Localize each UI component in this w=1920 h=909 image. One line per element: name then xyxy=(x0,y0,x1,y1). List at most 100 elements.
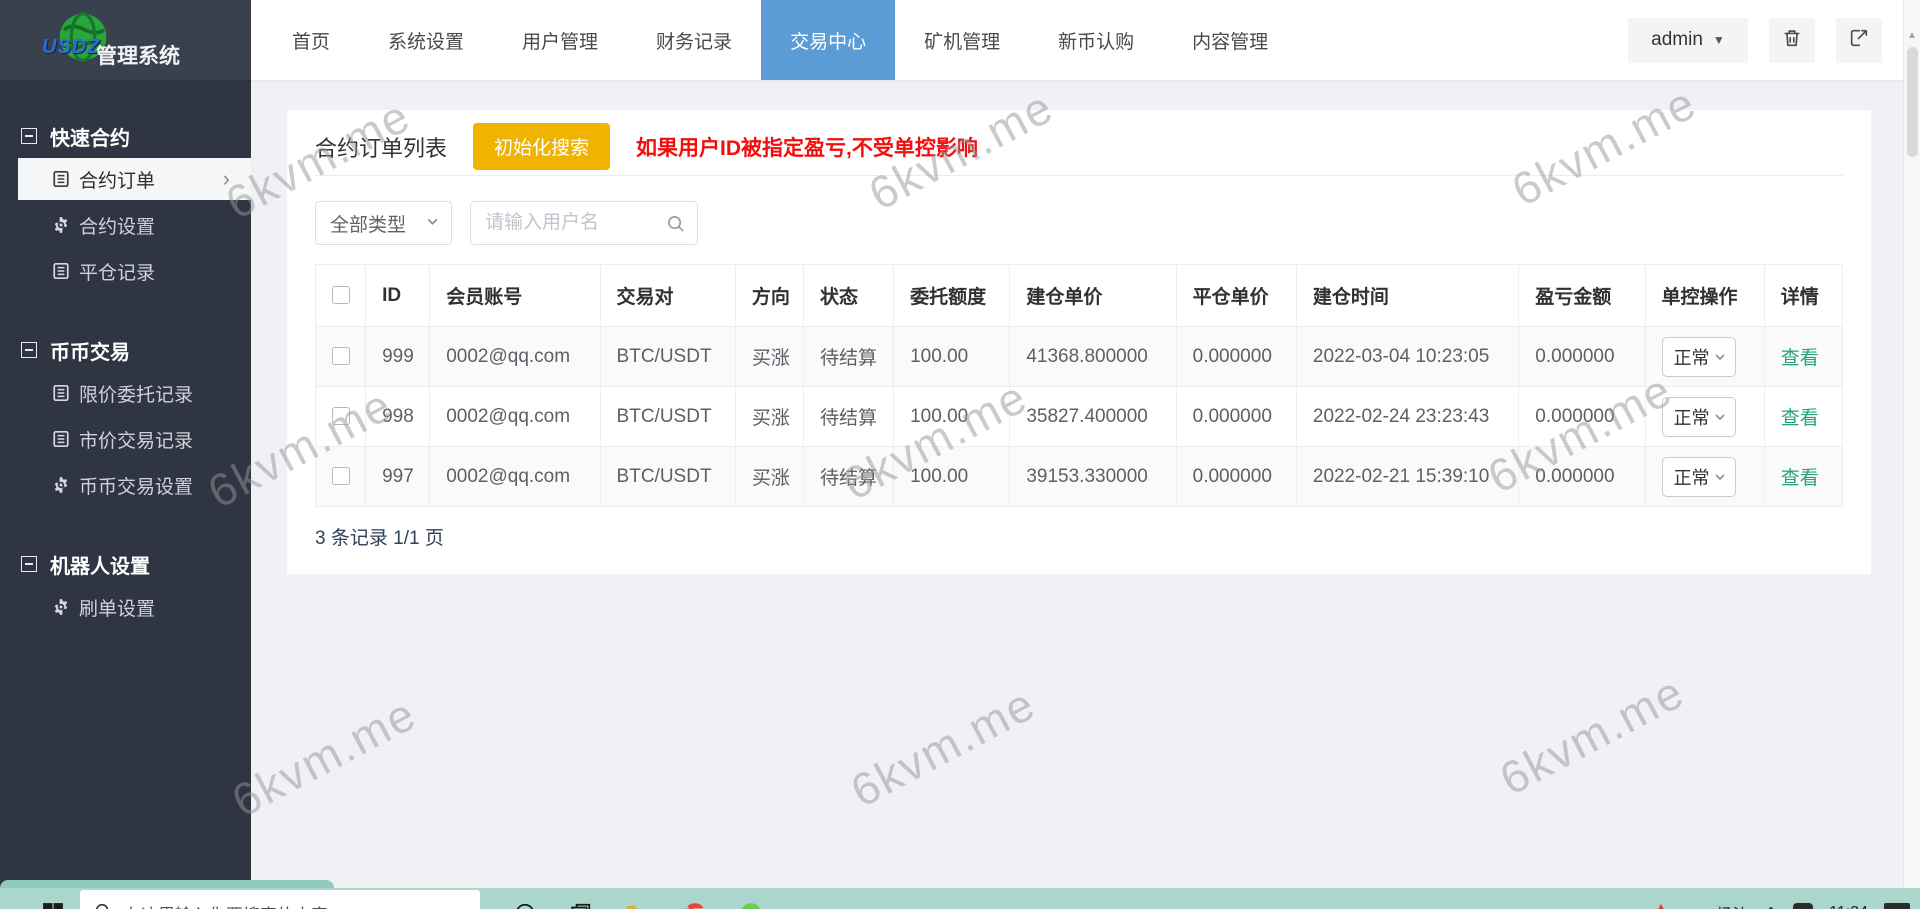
nav-item-miner-management[interactable]: 矿机管理 xyxy=(895,0,1029,80)
view-detail-link[interactable]: 查看 xyxy=(1781,348,1819,369)
cell-amount: 100.00 xyxy=(894,327,1010,387)
col-header-pair: 交易对 xyxy=(600,265,735,327)
cell-status: 待结算 xyxy=(803,447,893,507)
app-title: 管理系统 xyxy=(96,40,180,70)
file-explorer-icon[interactable] xyxy=(626,903,650,909)
col-header-direction: 方向 xyxy=(735,265,803,327)
table-row: 998 0002@qq.com BTC/USDT 买涨 待结算 100.00 3… xyxy=(316,387,1843,447)
cell-profit: 0.000000 xyxy=(1519,447,1645,507)
cell-profit: 0.000000 xyxy=(1519,387,1645,447)
tray-icon[interactable] xyxy=(1793,903,1813,909)
sidebar-section-header-fast-contract[interactable]: 快速合约 xyxy=(0,116,251,156)
sidebar-section-header-coin-trade[interactable]: 币币交易 xyxy=(0,330,251,370)
taskbar-weather[interactable]: 0°C 扬沙 xyxy=(1685,901,1748,909)
username-input[interactable] xyxy=(485,212,666,234)
taskbar-search-box[interactable]: 在这里输入你要搜索的内容 xyxy=(80,890,480,909)
cell-close-price: 0.000000 xyxy=(1176,327,1296,387)
control-select-value: 正常 xyxy=(1674,344,1710,370)
windows-start-button[interactable] xyxy=(42,902,64,909)
chrome-icon[interactable] xyxy=(684,902,706,909)
nav-item-system-settings[interactable]: 系统设置 xyxy=(359,0,493,80)
cell-direction: 买涨 xyxy=(735,327,803,387)
col-header-status: 状态 xyxy=(803,265,893,327)
row-checkbox[interactable] xyxy=(332,467,350,485)
admin-name: admin xyxy=(1651,29,1703,51)
nav-item-user-management[interactable]: 用户管理 xyxy=(493,0,627,80)
collapse-icon xyxy=(21,556,37,572)
notification-center-icon[interactable] xyxy=(1884,903,1910,909)
chevron-right-icon: › xyxy=(223,168,230,190)
tray-expand-caret[interactable]: ⌃ xyxy=(1765,904,1778,909)
scrollbar-up-arrow[interactable]: ▲ xyxy=(1904,30,1920,41)
nav-item-trade-center[interactable]: 交易中心 xyxy=(761,0,895,80)
control-select[interactable]: 正常 xyxy=(1662,397,1736,437)
sidebar-item-contract-orders[interactable]: 合约订单 › xyxy=(18,158,251,200)
vertical-scrollbar[interactable]: ▲ xyxy=(1903,0,1920,888)
taskbar-search-placeholder: 在这里输入你要搜索的内容 xyxy=(124,901,328,909)
view-detail-link[interactable]: 查看 xyxy=(1781,468,1819,489)
sidebar-item-label: 平仓记录 xyxy=(79,258,155,285)
cortana-icon[interactable] xyxy=(514,902,536,909)
control-select[interactable]: 正常 xyxy=(1662,337,1736,377)
taskbar-clock[interactable]: 11:34 xyxy=(1829,904,1868,909)
list-icon xyxy=(52,170,70,188)
control-select[interactable]: 正常 xyxy=(1662,457,1736,497)
cell-open-time: 2022-02-24 23:23:43 xyxy=(1296,387,1518,447)
cell-pair: BTC/USDT xyxy=(600,447,735,507)
nav-item-finance-records[interactable]: 财务记录 xyxy=(627,0,761,80)
sidebar-section-coin-trade: 币币交易 限价委托记录 市价交易记录 xyxy=(0,330,251,508)
view-detail-link[interactable]: 查看 xyxy=(1781,408,1819,429)
sidebar-section-fast-contract: 快速合约 合约订单 › 合约设置 xyxy=(0,116,251,294)
logout-button[interactable] xyxy=(1836,18,1882,63)
sidebar-item-brush-order-settings[interactable]: 刷单设置 xyxy=(0,584,251,630)
nav-item-content-management[interactable]: 内容管理 xyxy=(1163,0,1297,80)
task-view-icon[interactable] xyxy=(570,902,592,909)
col-header-account: 会员账号 xyxy=(430,265,600,327)
top-nav: 首页 系统设置 用户管理 财务记录 交易中心 矿机管理 新币认购 内容管理 xyxy=(263,0,1297,80)
gear-icon xyxy=(52,216,70,234)
col-header-id: ID xyxy=(366,265,430,327)
sidebar-item-contract-settings[interactable]: 合约设置 xyxy=(0,202,251,248)
gear-icon xyxy=(52,598,70,616)
sidebar-item-coin-trade-settings[interactable]: 币币交易设置 xyxy=(0,462,251,508)
list-icon xyxy=(52,262,70,280)
scrollbar-thumb[interactable] xyxy=(1907,47,1918,157)
trash-icon xyxy=(1781,27,1803,54)
messenger-app-icon[interactable] xyxy=(740,902,762,909)
sidebar-item-label: 刷单设置 xyxy=(79,594,155,621)
cell-direction: 买涨 xyxy=(735,447,803,507)
cell-pair: BTC/USDT xyxy=(600,387,735,447)
sidebar-section-title: 快速合约 xyxy=(50,122,130,151)
admin-dropdown[interactable]: admin ▼ xyxy=(1628,18,1748,63)
clear-cache-button[interactable] xyxy=(1769,18,1815,63)
col-header-open-time: 建仓时间 xyxy=(1296,265,1518,327)
table-header-row: ID 会员账号 交易对 方向 状态 委托额度 建仓单价 平仓单价 建仓时间 盈亏… xyxy=(316,265,1843,327)
sidebar-item-label: 合约设置 xyxy=(79,212,155,239)
select-all-checkbox[interactable] xyxy=(332,286,350,304)
cell-id: 997 xyxy=(366,447,430,507)
col-header-control: 单控操作 xyxy=(1645,265,1764,327)
cell-amount: 100.00 xyxy=(894,387,1010,447)
caret-down-icon: ▼ xyxy=(1713,33,1725,47)
type-select[interactable]: 全部类型 xyxy=(315,201,452,245)
brand-text: USDZ xyxy=(42,36,100,59)
taskbar-tray: 0°C 扬沙 ⌃ 11:34 xyxy=(1653,901,1920,909)
sidebar-item-label: 市价交易记录 xyxy=(79,426,193,453)
sidebar-item-market-trade-records[interactable]: 市价交易记录 xyxy=(0,416,251,462)
logout-icon xyxy=(1848,27,1870,54)
init-search-button[interactable]: 初始化搜索 xyxy=(473,123,610,170)
logo: USDZ 管理系统 xyxy=(0,0,251,80)
row-checkbox[interactable] xyxy=(332,347,350,365)
username-search xyxy=(470,201,698,245)
sidebar-section-header-robot-settings[interactable]: 机器人设置 xyxy=(0,544,251,584)
row-checkbox[interactable] xyxy=(332,407,350,425)
sidebar-item-label: 合约订单 xyxy=(79,166,155,193)
sidebar-item-limit-order-records[interactable]: 限价委托记录 xyxy=(0,370,251,416)
card-header: 合约订单列表 初始化搜索 如果用户ID被指定盈亏,不受单控影响 xyxy=(315,124,1843,176)
search-icon[interactable] xyxy=(666,214,685,233)
cell-status: 待结算 xyxy=(803,327,893,387)
nav-item-newcoin-subscribe[interactable]: 新币认购 xyxy=(1029,0,1163,80)
nav-item-home[interactable]: 首页 xyxy=(263,0,359,80)
sidebar-item-close-position-records[interactable]: 平仓记录 xyxy=(0,248,251,294)
cell-id: 998 xyxy=(366,387,430,447)
